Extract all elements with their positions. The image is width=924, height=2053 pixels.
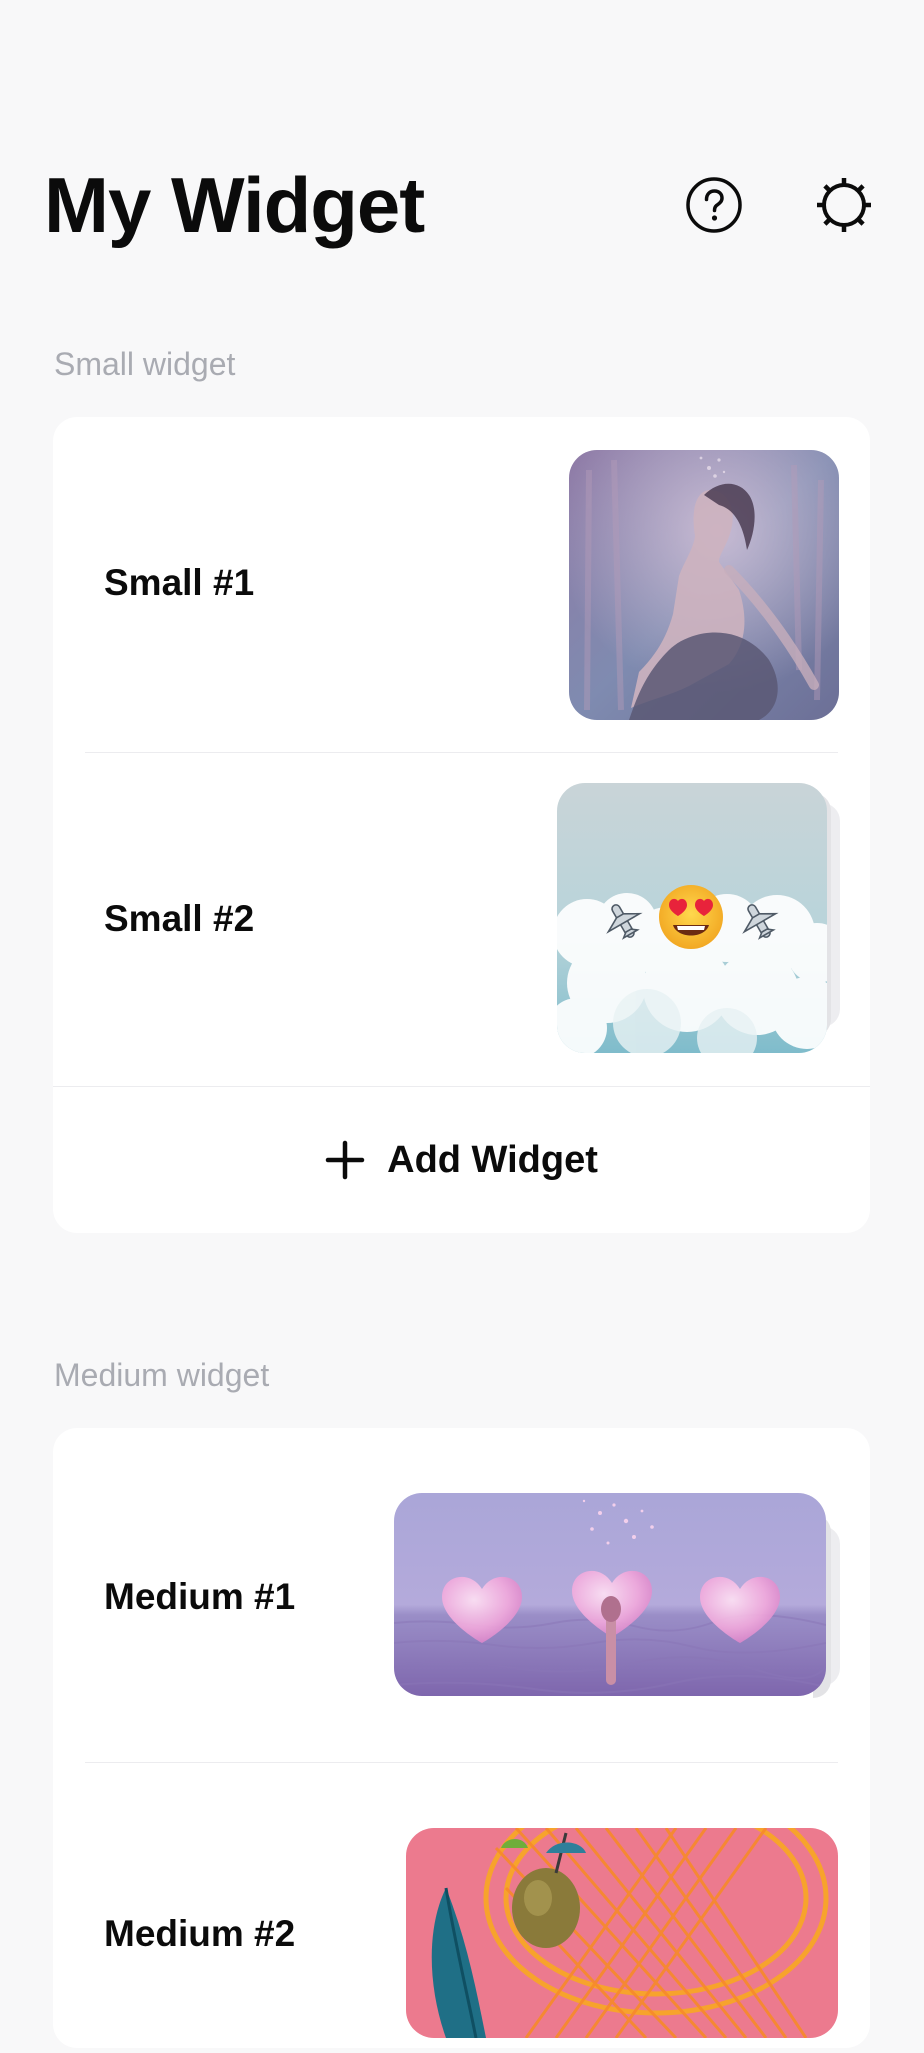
- page-title: My Widget: [44, 161, 425, 249]
- settings-button[interactable]: [812, 173, 876, 237]
- medium-widget-section-label: Medium widget: [54, 1357, 270, 1393]
- medium-widget-2-label: Medium #2: [104, 1913, 296, 1954]
- header: My Widget: [0, 0, 924, 260]
- help-circle-icon: [686, 177, 742, 233]
- orange-chair-coconut-pink-photo: [406, 1828, 838, 2038]
- clouds-airplane-heart-eyes-emoji-photo: [557, 783, 827, 1053]
- medium-widget-1-preview[interactable]: [394, 1493, 826, 1696]
- add-widget-label: Add Widget: [387, 1138, 598, 1181]
- small-widget-2-label: Small #2: [104, 898, 255, 939]
- medium-widget-card: Medium #1 Medium #2: [53, 1428, 870, 2048]
- add-widget-button[interactable]: Add Widget: [53, 1087, 870, 1233]
- small-widget-section-label: Small widget: [54, 346, 236, 382]
- plus-icon: [325, 1140, 365, 1180]
- help-button[interactable]: [682, 173, 746, 237]
- small-widget-row-1[interactable]: Small #1: [53, 417, 870, 752]
- small-widget-2-preview[interactable]: [557, 783, 827, 1053]
- pink-hearts-over-water-photo: [394, 1493, 826, 1696]
- small-widget-row-2[interactable]: Small #2: [53, 753, 870, 1086]
- small-widget-1-label: Small #1: [104, 562, 255, 603]
- medium-widget-1-label: Medium #1: [104, 1576, 296, 1617]
- medium-widget-row-1[interactable]: Medium #1: [53, 1428, 870, 1762]
- gear-icon: [817, 178, 871, 232]
- small-widget-1-preview[interactable]: [569, 450, 839, 720]
- small-widget-card: Small #1 Small #2 Add Widget: [53, 417, 870, 1233]
- woman-underwater-photo: [569, 450, 839, 720]
- medium-widget-2-preview[interactable]: [406, 1828, 838, 2038]
- medium-widget-row-2[interactable]: Medium #2: [53, 1763, 870, 2053]
